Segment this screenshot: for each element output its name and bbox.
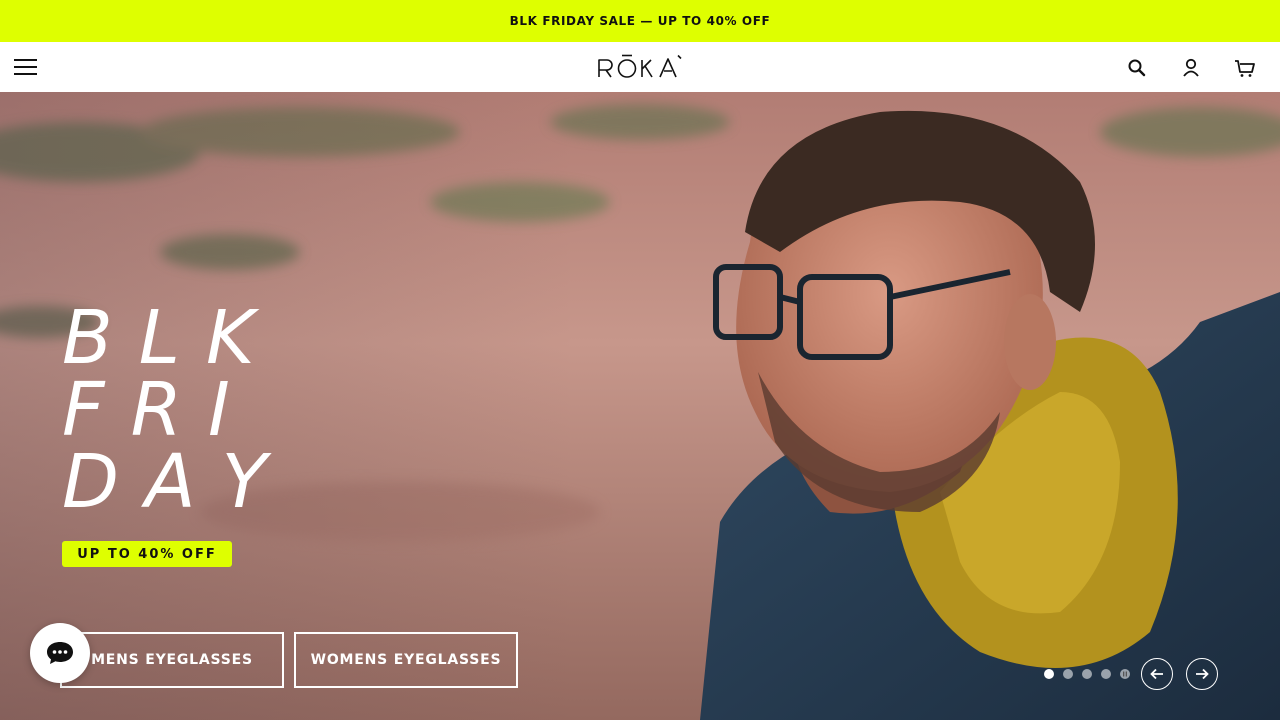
- chat-button[interactable]: [30, 623, 90, 683]
- chat-icon: [47, 642, 73, 664]
- pause-icon[interactable]: [1120, 669, 1130, 679]
- hero-headline: BLK FRI DAY: [62, 295, 293, 525]
- cart-icon[interactable]: [1233, 56, 1257, 80]
- roka-logo[interactable]: [598, 54, 682, 82]
- announcement-bar[interactable]: BLK FRIDAY SALE — UP TO 40% OFF: [0, 0, 1280, 42]
- carousel-dot-2[interactable]: [1063, 669, 1073, 679]
- carousel-dot-3[interactable]: [1082, 669, 1092, 679]
- arrow-right-icon: [1196, 668, 1209, 680]
- promo-badge-text: UP TO 40% OFF: [77, 546, 217, 562]
- menu-icon[interactable]: [14, 58, 38, 76]
- headline-line-1: BLK: [62, 295, 281, 381]
- carousel-dots: [1044, 669, 1130, 679]
- hero-banner[interactable]: BLK FRI DAY UP TO 40% OFF MENS EYEGLASSE…: [0, 92, 1280, 720]
- headline-line-3: DAY: [62, 439, 293, 525]
- mens-eyeglasses-label: MENS EYEGLASSES: [91, 652, 253, 668]
- carousel-dot-4[interactable]: [1101, 669, 1111, 679]
- carousel-next-button[interactable]: [1186, 658, 1218, 690]
- headline-line-2: FRI: [62, 367, 256, 453]
- arrow-left-icon: [1150, 668, 1163, 680]
- carousel-prev-button[interactable]: [1141, 658, 1173, 690]
- account-icon[interactable]: [1179, 56, 1203, 80]
- announcement-text: BLK FRIDAY SALE — UP TO 40% OFF: [509, 14, 771, 28]
- top-nav: [0, 42, 1280, 92]
- womens-eyeglasses-button[interactable]: WOMENS EYEGLASSES: [294, 632, 518, 688]
- search-icon[interactable]: [1125, 56, 1149, 80]
- mens-eyeglasses-button[interactable]: MENS EYEGLASSES: [60, 632, 284, 688]
- womens-eyeglasses-label: WOMENS EYEGLASSES: [310, 652, 502, 668]
- carousel-dot-1[interactable]: [1044, 669, 1054, 679]
- promo-badge: UP TO 40% OFF: [62, 541, 232, 567]
